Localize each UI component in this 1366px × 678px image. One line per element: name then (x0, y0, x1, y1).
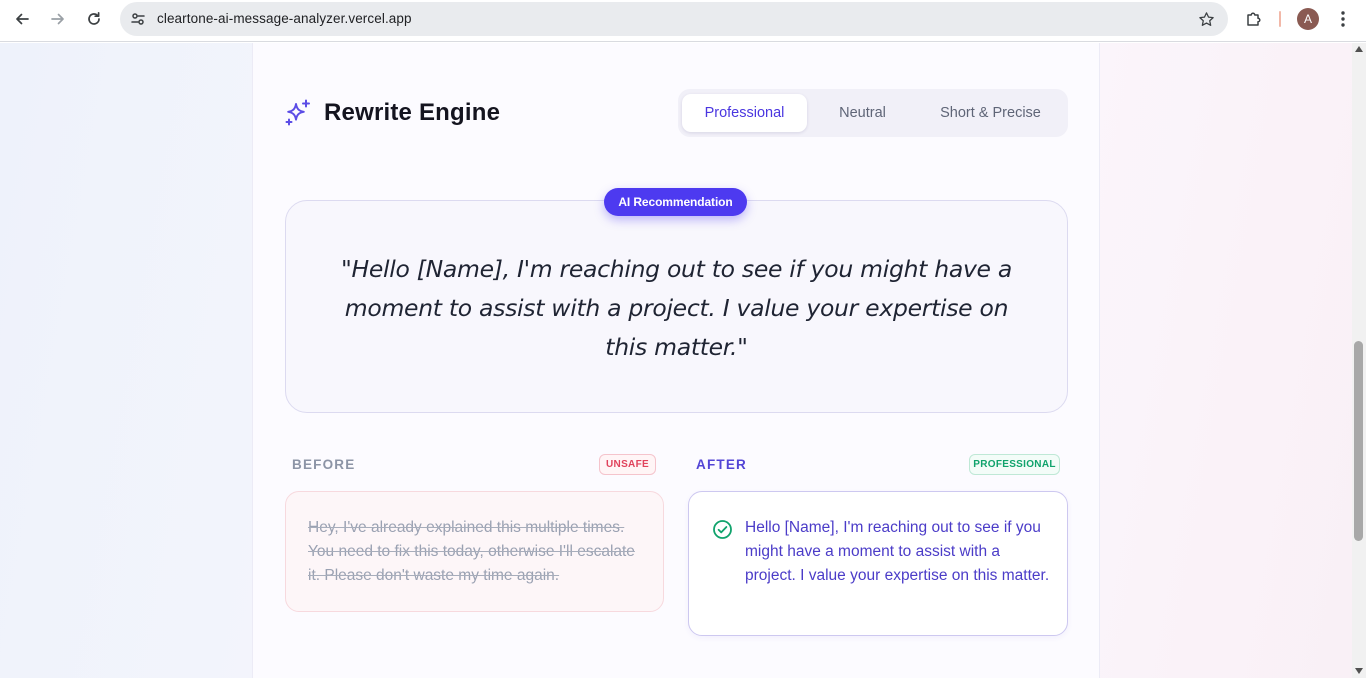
url-text[interactable]: cleartone-ai-message-analyzer.vercel.app (157, 11, 412, 26)
profile-avatar[interactable]: A (1297, 8, 1319, 30)
after-label: AFTER (696, 457, 747, 472)
scroll-down-icon[interactable] (1355, 668, 1363, 674)
recommendation-text: "Hello [Name], I'm reaching out to see i… (341, 255, 1012, 361)
tab-professional[interactable]: Professional (682, 94, 807, 132)
forward-icon[interactable] (44, 7, 72, 31)
professional-badge: PROFESSIONAL (969, 454, 1060, 475)
star-icon[interactable] (1196, 9, 1216, 29)
scrollbar-thumb[interactable] (1354, 341, 1363, 541)
puzzle-icon[interactable] (1243, 8, 1265, 30)
section-title: Rewrite Engine (324, 99, 501, 126)
address-bar[interactable]: cleartone-ai-message-analyzer.vercel.app (120, 2, 1228, 36)
kebab-menu-icon[interactable] (1333, 8, 1353, 30)
check-circle-icon (712, 519, 733, 540)
browser-toolbar: cleartone-ai-message-analyzer.vercel.app… (0, 0, 1366, 42)
toolbar-divider (1279, 11, 1281, 27)
tab-short-precise[interactable]: Short & Precise (918, 94, 1063, 132)
back-icon[interactable] (8, 7, 36, 31)
reload-icon[interactable] (80, 7, 108, 31)
page-scrollbar[interactable] (1352, 43, 1366, 678)
scroll-up-icon[interactable] (1355, 46, 1363, 52)
before-label: BEFORE (292, 457, 356, 472)
tab-neutral[interactable]: Neutral (809, 94, 916, 132)
tone-tabs: Professional Neutral Short & Precise (678, 89, 1068, 137)
tune-icon[interactable] (128, 9, 148, 29)
unsafe-badge: UNSAFE (599, 454, 656, 475)
after-message-text: Hello [Name], I'm reaching out to see if… (745, 519, 1050, 584)
ai-recommendation-badge: AI Recommendation (604, 188, 747, 216)
sparkle-icon (283, 98, 313, 128)
before-message-text: Hey, I've already explained this multipl… (308, 519, 635, 584)
